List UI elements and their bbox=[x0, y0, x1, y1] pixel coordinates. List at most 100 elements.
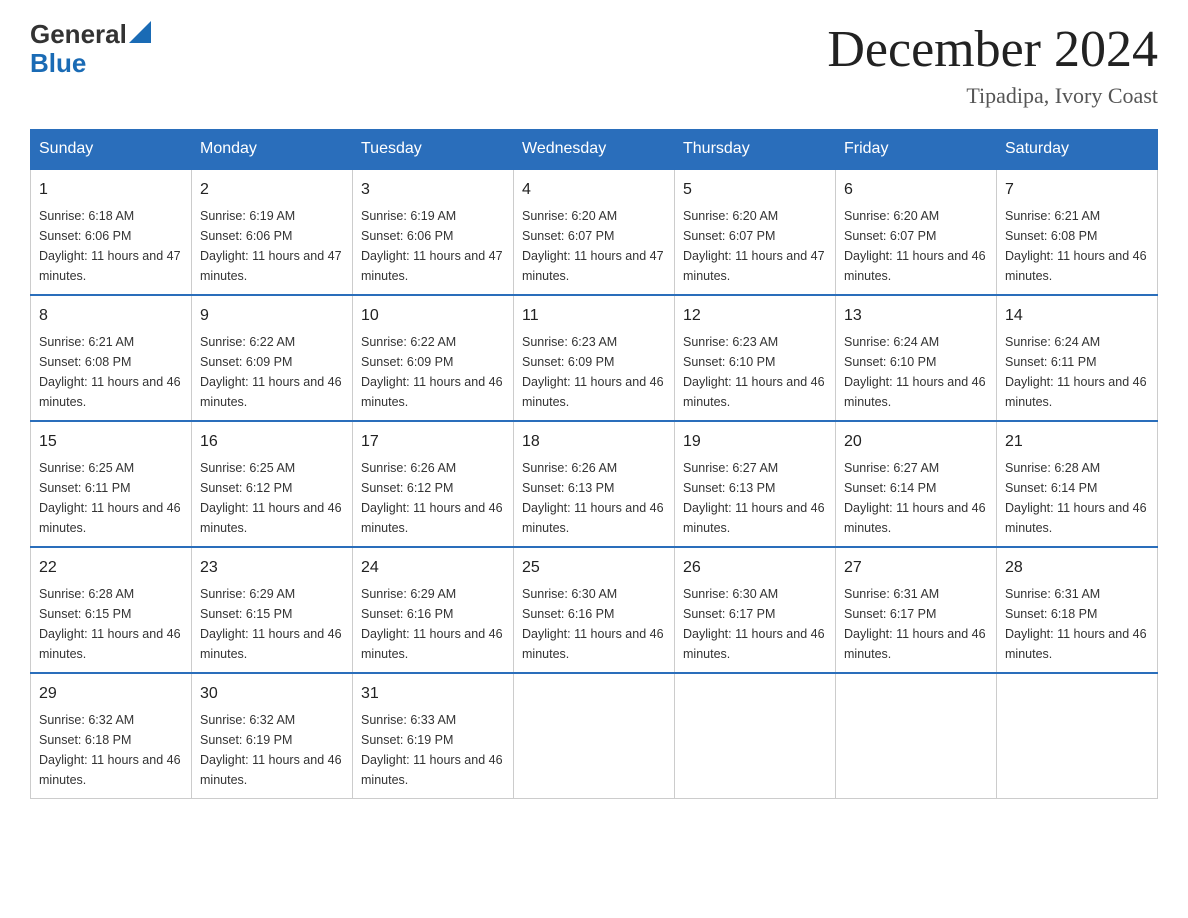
day-info: Sunrise: 6:25 AMSunset: 6:11 PMDaylight:… bbox=[39, 461, 181, 535]
day-info: Sunrise: 6:33 AMSunset: 6:19 PMDaylight:… bbox=[361, 713, 503, 787]
calendar-cell: 9 Sunrise: 6:22 AMSunset: 6:09 PMDayligh… bbox=[192, 295, 353, 421]
day-number: 27 bbox=[844, 556, 988, 580]
calendar-cell: 22 Sunrise: 6:28 AMSunset: 6:15 PMDaylig… bbox=[31, 547, 192, 673]
logo-blue-text: Blue bbox=[30, 49, 151, 78]
calendar-cell: 7 Sunrise: 6:21 AMSunset: 6:08 PMDayligh… bbox=[997, 169, 1158, 295]
day-info: Sunrise: 6:30 AMSunset: 6:16 PMDaylight:… bbox=[522, 587, 664, 661]
day-number: 14 bbox=[1005, 304, 1149, 328]
day-number: 23 bbox=[200, 556, 344, 580]
calendar-cell: 27 Sunrise: 6:31 AMSunset: 6:17 PMDaylig… bbox=[836, 547, 997, 673]
calendar-cell bbox=[836, 673, 997, 799]
calendar-cell: 26 Sunrise: 6:30 AMSunset: 6:17 PMDaylig… bbox=[675, 547, 836, 673]
day-number: 15 bbox=[39, 430, 183, 454]
weekday-header-wednesday: Wednesday bbox=[514, 130, 675, 170]
page-header: General Blue December 2024 Tipadipa, Ivo… bbox=[30, 20, 1158, 109]
calendar-cell bbox=[514, 673, 675, 799]
day-info: Sunrise: 6:20 AMSunset: 6:07 PMDaylight:… bbox=[683, 209, 825, 283]
day-info: Sunrise: 6:32 AMSunset: 6:19 PMDaylight:… bbox=[200, 713, 342, 787]
calendar-cell: 25 Sunrise: 6:30 AMSunset: 6:16 PMDaylig… bbox=[514, 547, 675, 673]
calendar-cell: 10 Sunrise: 6:22 AMSunset: 6:09 PMDaylig… bbox=[353, 295, 514, 421]
calendar-cell: 30 Sunrise: 6:32 AMSunset: 6:19 PMDaylig… bbox=[192, 673, 353, 799]
calendar-cell: 17 Sunrise: 6:26 AMSunset: 6:12 PMDaylig… bbox=[353, 421, 514, 547]
day-info: Sunrise: 6:30 AMSunset: 6:17 PMDaylight:… bbox=[683, 587, 825, 661]
day-number: 25 bbox=[522, 556, 666, 580]
day-number: 29 bbox=[39, 682, 183, 706]
day-info: Sunrise: 6:18 AMSunset: 6:06 PMDaylight:… bbox=[39, 209, 181, 283]
day-number: 20 bbox=[844, 430, 988, 454]
calendar-cell: 3 Sunrise: 6:19 AMSunset: 6:06 PMDayligh… bbox=[353, 169, 514, 295]
day-info: Sunrise: 6:22 AMSunset: 6:09 PMDaylight:… bbox=[361, 335, 503, 409]
day-number: 21 bbox=[1005, 430, 1149, 454]
day-number: 8 bbox=[39, 304, 183, 328]
location-title: Tipadipa, Ivory Coast bbox=[827, 83, 1158, 109]
calendar-header: SundayMondayTuesdayWednesdayThursdayFrid… bbox=[31, 130, 1158, 170]
day-info: Sunrise: 6:31 AMSunset: 6:18 PMDaylight:… bbox=[1005, 587, 1147, 661]
calendar-cell: 23 Sunrise: 6:29 AMSunset: 6:15 PMDaylig… bbox=[192, 547, 353, 673]
calendar-cell: 21 Sunrise: 6:28 AMSunset: 6:14 PMDaylig… bbox=[997, 421, 1158, 547]
day-number: 6 bbox=[844, 178, 988, 202]
month-title: December 2024 bbox=[827, 20, 1158, 79]
calendar-cell: 8 Sunrise: 6:21 AMSunset: 6:08 PMDayligh… bbox=[31, 295, 192, 421]
day-number: 30 bbox=[200, 682, 344, 706]
day-number: 12 bbox=[683, 304, 827, 328]
day-info: Sunrise: 6:26 AMSunset: 6:12 PMDaylight:… bbox=[361, 461, 503, 535]
day-info: Sunrise: 6:19 AMSunset: 6:06 PMDaylight:… bbox=[200, 209, 342, 283]
day-info: Sunrise: 6:27 AMSunset: 6:13 PMDaylight:… bbox=[683, 461, 825, 535]
weekday-header-thursday: Thursday bbox=[675, 130, 836, 170]
day-info: Sunrise: 6:28 AMSunset: 6:14 PMDaylight:… bbox=[1005, 461, 1147, 535]
calendar-cell: 13 Sunrise: 6:24 AMSunset: 6:10 PMDaylig… bbox=[836, 295, 997, 421]
day-info: Sunrise: 6:23 AMSunset: 6:10 PMDaylight:… bbox=[683, 335, 825, 409]
calendar-cell bbox=[675, 673, 836, 799]
calendar-week-row: 1 Sunrise: 6:18 AMSunset: 6:06 PMDayligh… bbox=[31, 169, 1158, 295]
calendar-week-row: 29 Sunrise: 6:32 AMSunset: 6:18 PMDaylig… bbox=[31, 673, 1158, 799]
day-number: 13 bbox=[844, 304, 988, 328]
day-number: 4 bbox=[522, 178, 666, 202]
calendar-week-row: 22 Sunrise: 6:28 AMSunset: 6:15 PMDaylig… bbox=[31, 547, 1158, 673]
calendar-cell bbox=[997, 673, 1158, 799]
day-number: 1 bbox=[39, 178, 183, 202]
day-number: 26 bbox=[683, 556, 827, 580]
weekday-header-monday: Monday bbox=[192, 130, 353, 170]
day-number: 11 bbox=[522, 304, 666, 328]
calendar-cell: 29 Sunrise: 6:32 AMSunset: 6:18 PMDaylig… bbox=[31, 673, 192, 799]
day-number: 16 bbox=[200, 430, 344, 454]
calendar-cell: 5 Sunrise: 6:20 AMSunset: 6:07 PMDayligh… bbox=[675, 169, 836, 295]
weekday-header-row: SundayMondayTuesdayWednesdayThursdayFrid… bbox=[31, 130, 1158, 170]
day-number: 17 bbox=[361, 430, 505, 454]
day-info: Sunrise: 6:19 AMSunset: 6:06 PMDaylight:… bbox=[361, 209, 503, 283]
day-info: Sunrise: 6:23 AMSunset: 6:09 PMDaylight:… bbox=[522, 335, 664, 409]
weekday-header-sunday: Sunday bbox=[31, 130, 192, 170]
day-info: Sunrise: 6:26 AMSunset: 6:13 PMDaylight:… bbox=[522, 461, 664, 535]
day-info: Sunrise: 6:25 AMSunset: 6:12 PMDaylight:… bbox=[200, 461, 342, 535]
calendar-cell: 11 Sunrise: 6:23 AMSunset: 6:09 PMDaylig… bbox=[514, 295, 675, 421]
logo: General Blue bbox=[30, 20, 151, 77]
day-info: Sunrise: 6:27 AMSunset: 6:14 PMDaylight:… bbox=[844, 461, 986, 535]
day-number: 7 bbox=[1005, 178, 1149, 202]
day-number: 2 bbox=[200, 178, 344, 202]
logo-triangle-icon bbox=[129, 21, 151, 43]
day-info: Sunrise: 6:24 AMSunset: 6:11 PMDaylight:… bbox=[1005, 335, 1147, 409]
day-info: Sunrise: 6:21 AMSunset: 6:08 PMDaylight:… bbox=[39, 335, 181, 409]
calendar-cell: 4 Sunrise: 6:20 AMSunset: 6:07 PMDayligh… bbox=[514, 169, 675, 295]
day-info: Sunrise: 6:21 AMSunset: 6:08 PMDaylight:… bbox=[1005, 209, 1147, 283]
day-number: 18 bbox=[522, 430, 666, 454]
calendar-cell: 28 Sunrise: 6:31 AMSunset: 6:18 PMDaylig… bbox=[997, 547, 1158, 673]
calendar-cell: 1 Sunrise: 6:18 AMSunset: 6:06 PMDayligh… bbox=[31, 169, 192, 295]
day-number: 3 bbox=[361, 178, 505, 202]
calendar-body: 1 Sunrise: 6:18 AMSunset: 6:06 PMDayligh… bbox=[31, 169, 1158, 799]
calendar-cell: 6 Sunrise: 6:20 AMSunset: 6:07 PMDayligh… bbox=[836, 169, 997, 295]
day-info: Sunrise: 6:29 AMSunset: 6:15 PMDaylight:… bbox=[200, 587, 342, 661]
weekday-header-friday: Friday bbox=[836, 130, 997, 170]
day-number: 24 bbox=[361, 556, 505, 580]
day-info: Sunrise: 6:28 AMSunset: 6:15 PMDaylight:… bbox=[39, 587, 181, 661]
day-number: 5 bbox=[683, 178, 827, 202]
calendar-cell: 18 Sunrise: 6:26 AMSunset: 6:13 PMDaylig… bbox=[514, 421, 675, 547]
calendar-cell: 14 Sunrise: 6:24 AMSunset: 6:11 PMDaylig… bbox=[997, 295, 1158, 421]
logo-general-text: General bbox=[30, 20, 127, 49]
day-number: 22 bbox=[39, 556, 183, 580]
day-info: Sunrise: 6:20 AMSunset: 6:07 PMDaylight:… bbox=[522, 209, 664, 283]
calendar-table: SundayMondayTuesdayWednesdayThursdayFrid… bbox=[30, 129, 1158, 799]
title-area: December 2024 Tipadipa, Ivory Coast bbox=[827, 20, 1158, 109]
weekday-header-saturday: Saturday bbox=[997, 130, 1158, 170]
calendar-cell: 20 Sunrise: 6:27 AMSunset: 6:14 PMDaylig… bbox=[836, 421, 997, 547]
